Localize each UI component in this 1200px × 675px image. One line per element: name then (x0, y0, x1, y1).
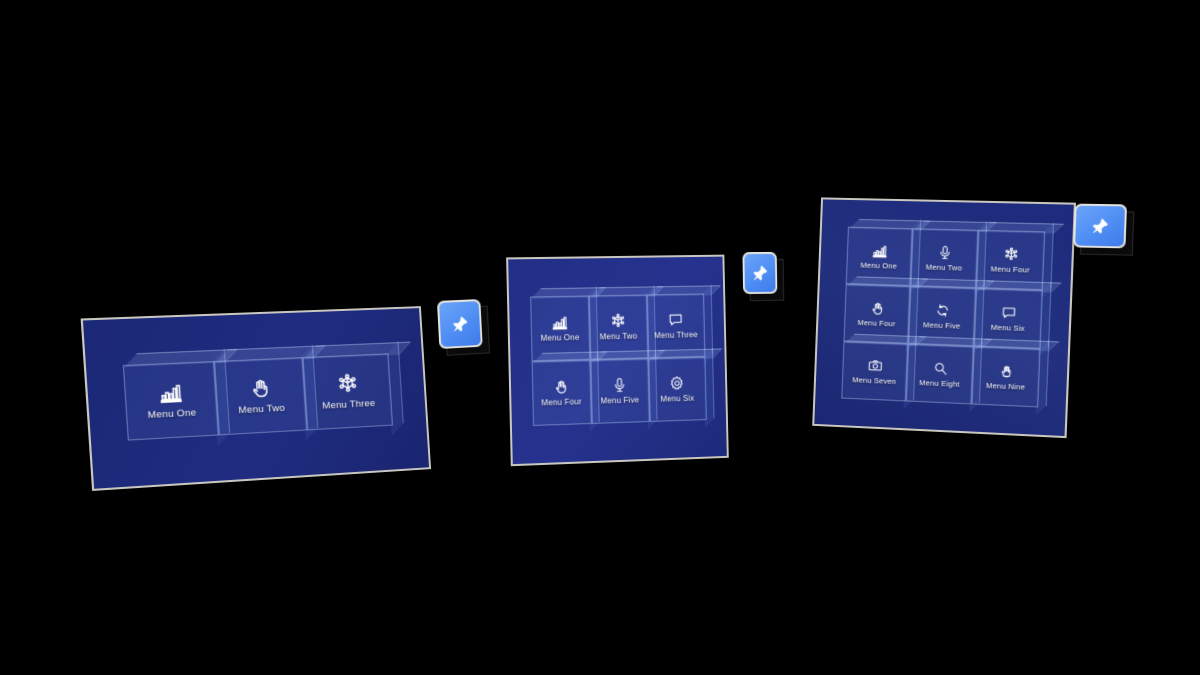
bar-chart-icon (871, 243, 887, 258)
hand-icon (553, 378, 569, 395)
pin-button-three-face[interactable] (1073, 203, 1128, 249)
menu-item-menu-four[interactable]: Menu Four (976, 229, 1046, 291)
bar-chart-icon (158, 381, 183, 404)
menu-panel-three: Menu One Menu Two Menu Four Menu Four Me… (812, 197, 1076, 439)
cube-node-icon (1003, 246, 1019, 262)
menu-item-menu-six[interactable]: Menu Six (973, 288, 1043, 349)
cube-node-icon (610, 313, 626, 329)
menu-item-menu-three[interactable]: Menu Three (646, 293, 705, 359)
pin-button-two[interactable] (742, 251, 785, 302)
menu-item-menu-six[interactable]: Menu Six (647, 356, 707, 422)
pin-button-three[interactable] (1073, 203, 1135, 256)
menu-item-label: Menu Three (322, 398, 376, 412)
search-icon (932, 360, 948, 376)
menu-item-label: Menu Seven (852, 374, 897, 386)
cube-node-icon (336, 372, 359, 395)
menu-panel-two: Menu One Menu Two Menu Three Menu Four Me… (506, 254, 729, 467)
pushpin-icon (1090, 217, 1110, 235)
menu-item-menu-one[interactable]: Menu One (845, 226, 913, 286)
menu-item-label: Menu Six (990, 322, 1025, 333)
menu-item-menu-two[interactable]: Menu Two (910, 228, 979, 289)
menu-item-menu-four[interactable]: Menu Four (843, 283, 911, 344)
refresh-icon (934, 302, 950, 318)
menu-item-menu-three[interactable]: Menu Three (302, 353, 394, 431)
menu-item-label: Menu Four (990, 263, 1030, 275)
menu-item-label: Menu Five (922, 319, 961, 331)
menu-item-menu-nine[interactable]: Menu Nine (971, 346, 1041, 408)
open-hand-icon (998, 363, 1014, 379)
pin-button-one-face[interactable] (436, 299, 483, 350)
menu-panel-one: Menu One Menu Two Menu Three (80, 306, 432, 491)
menu-grid-three: Menu One Menu Two Menu Four Menu Four Me… (841, 226, 1046, 408)
menu-item-menu-one[interactable]: Menu One (122, 361, 219, 441)
pin-button-one[interactable] (436, 299, 491, 356)
chat-bubble-icon (668, 312, 684, 328)
menu-panel-one-body: Menu One Menu Two Menu Three (83, 308, 429, 489)
menu-panel-two-body: Menu One Menu Two Menu Three Menu Four Me… (508, 257, 727, 464)
menu-item-label: Menu One (540, 332, 580, 343)
menu-item-label: Menu Three (654, 330, 698, 341)
menu-panel-three-body: Menu One Menu Two Menu Four Menu Four Me… (814, 199, 1074, 436)
menu-item-menu-two[interactable]: Menu Two (214, 357, 308, 436)
bar-chart-icon (552, 314, 568, 330)
menu-grid-two: Menu One Menu Two Menu Three Menu Four Me… (529, 293, 707, 426)
hand-icon (248, 377, 272, 400)
menu-item-menu-two[interactable]: Menu Two (588, 294, 648, 360)
menu-grid-one: Menu One Menu Two Menu Three (122, 353, 394, 441)
menu-item-menu-four[interactable]: Menu Four (531, 359, 592, 426)
menu-item-menu-seven[interactable]: Menu Seven (841, 341, 909, 402)
camera-icon (867, 358, 883, 373)
menu-item-label: Menu Eight (919, 377, 960, 389)
menu-item-label: Menu Six (660, 393, 695, 404)
menu-item-label: Menu Four (541, 397, 582, 408)
menu-item-menu-one[interactable]: Menu One (529, 295, 590, 362)
menu-item-label: Menu Five (600, 395, 640, 406)
menu-item-label: Menu Two (599, 331, 638, 342)
hand-icon (869, 300, 885, 315)
menu-item-label: Menu One (860, 260, 898, 271)
menu-item-label: Menu Four (857, 317, 896, 328)
menu-item-label: Menu Two (925, 262, 963, 273)
menu-item-menu-five[interactable]: Menu Five (908, 285, 977, 347)
menu-item-label: Menu Two (238, 402, 286, 417)
scene-stage: Menu One Menu Two Menu Three Menu One Me… (0, 0, 1200, 675)
menu-item-label: Menu One (147, 407, 197, 422)
gear-icon (669, 375, 685, 391)
menu-item-label: Menu Nine (985, 380, 1026, 392)
menu-item-menu-eight[interactable]: Menu Eight (905, 343, 974, 405)
microphone-icon (937, 244, 953, 259)
chat-bubble-icon (1000, 304, 1016, 320)
microphone-icon (612, 377, 628, 393)
menu-item-menu-five[interactable]: Menu Five (589, 358, 650, 424)
